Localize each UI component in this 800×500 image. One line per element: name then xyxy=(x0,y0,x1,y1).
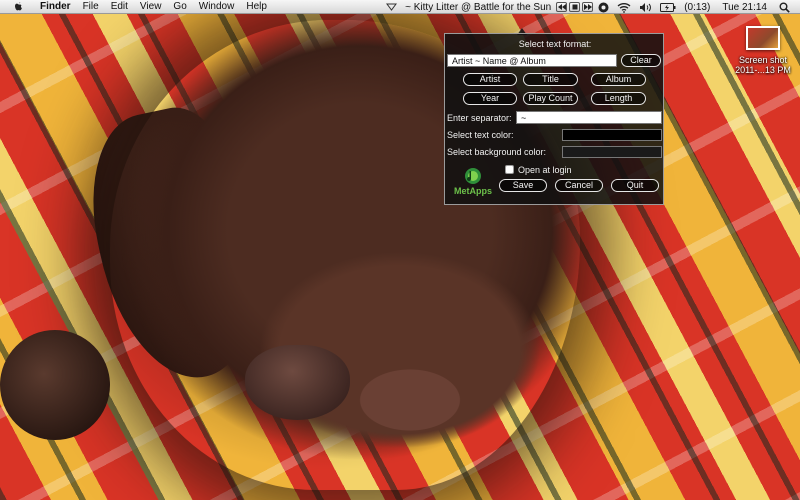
volume-icon[interactable] xyxy=(639,2,652,13)
now-playing-text[interactable]: ~ Kitty Litter @ Battle for the Sun xyxy=(405,2,551,13)
next-track-icon[interactable] xyxy=(582,2,594,12)
separator-input[interactable]: ~ xyxy=(516,111,662,124)
quit-button[interactable]: Quit xyxy=(611,179,659,192)
metapps-logo: MetApps xyxy=(449,166,497,198)
dog-nose xyxy=(245,345,350,420)
text-color-label: Select text color: xyxy=(447,130,514,140)
bg-color-swatch[interactable] xyxy=(562,146,662,158)
token-title-button[interactable]: Title xyxy=(523,73,578,86)
screenshot-thumbnail-icon xyxy=(746,26,780,50)
menu-bar: Finder File Edit View Go Window Help ~ K… xyxy=(0,0,800,14)
menu-file[interactable]: File xyxy=(77,0,105,14)
bg-color-label: Select background color: xyxy=(447,147,547,157)
desktop-file-label-line2: 2011-...13 PM xyxy=(735,65,791,75)
menu-help[interactable]: Help xyxy=(240,0,273,14)
spotlight-icon[interactable] xyxy=(779,2,790,13)
format-input[interactable]: Artist ~ Name @ Album xyxy=(447,54,617,67)
desktop-file-label-line1: Screen shot xyxy=(738,55,788,65)
battery-time[interactable]: (0:13) xyxy=(684,2,710,13)
save-button[interactable]: Save xyxy=(499,179,547,192)
now-playing-arrow-icon[interactable] xyxy=(386,2,398,13)
menu-edit[interactable]: Edit xyxy=(105,0,134,14)
clear-button[interactable]: Clear xyxy=(621,54,661,67)
menu-finder[interactable]: Finder xyxy=(34,0,77,14)
battery-icon[interactable] xyxy=(660,2,676,13)
menu-go[interactable]: Go xyxy=(167,0,192,14)
token-artist-button[interactable]: Artist xyxy=(463,73,517,86)
token-album-button[interactable]: Album xyxy=(591,73,646,86)
apple-icon[interactable] xyxy=(13,1,24,12)
panel-title: Select text format: xyxy=(518,39,592,49)
token-year-button[interactable]: Year xyxy=(463,92,517,105)
stop-icon[interactable] xyxy=(569,2,581,12)
cancel-button[interactable]: Cancel xyxy=(555,179,603,192)
token-play-count-button[interactable]: Play Count xyxy=(523,92,578,105)
open-at-login-label[interactable]: Open at login xyxy=(518,165,572,175)
text-format-panel: Select text format: Artist ~ Name @ Albu… xyxy=(444,33,664,205)
metapps-logo-icon xyxy=(465,168,481,184)
metapps-logo-text: MetApps xyxy=(454,186,492,196)
menu-view[interactable]: View xyxy=(134,0,168,14)
metapps-menu-icon[interactable] xyxy=(598,2,609,13)
desktop-wallpaper xyxy=(0,0,800,500)
open-at-login-checkbox[interactable] xyxy=(505,165,514,174)
previous-track-icon[interactable] xyxy=(556,2,568,12)
desktop-file-screenshot[interactable]: Screen shot 2011-...13 PM xyxy=(728,26,798,75)
clock[interactable]: Tue 21:14 xyxy=(722,2,767,13)
dog-paw xyxy=(0,330,110,440)
separator-label: Enter separator: xyxy=(447,113,512,123)
menu-window[interactable]: Window xyxy=(193,0,241,14)
text-color-swatch[interactable] xyxy=(562,129,662,141)
token-length-button[interactable]: Length xyxy=(591,92,646,105)
airport-wifi-icon[interactable] xyxy=(617,2,631,13)
